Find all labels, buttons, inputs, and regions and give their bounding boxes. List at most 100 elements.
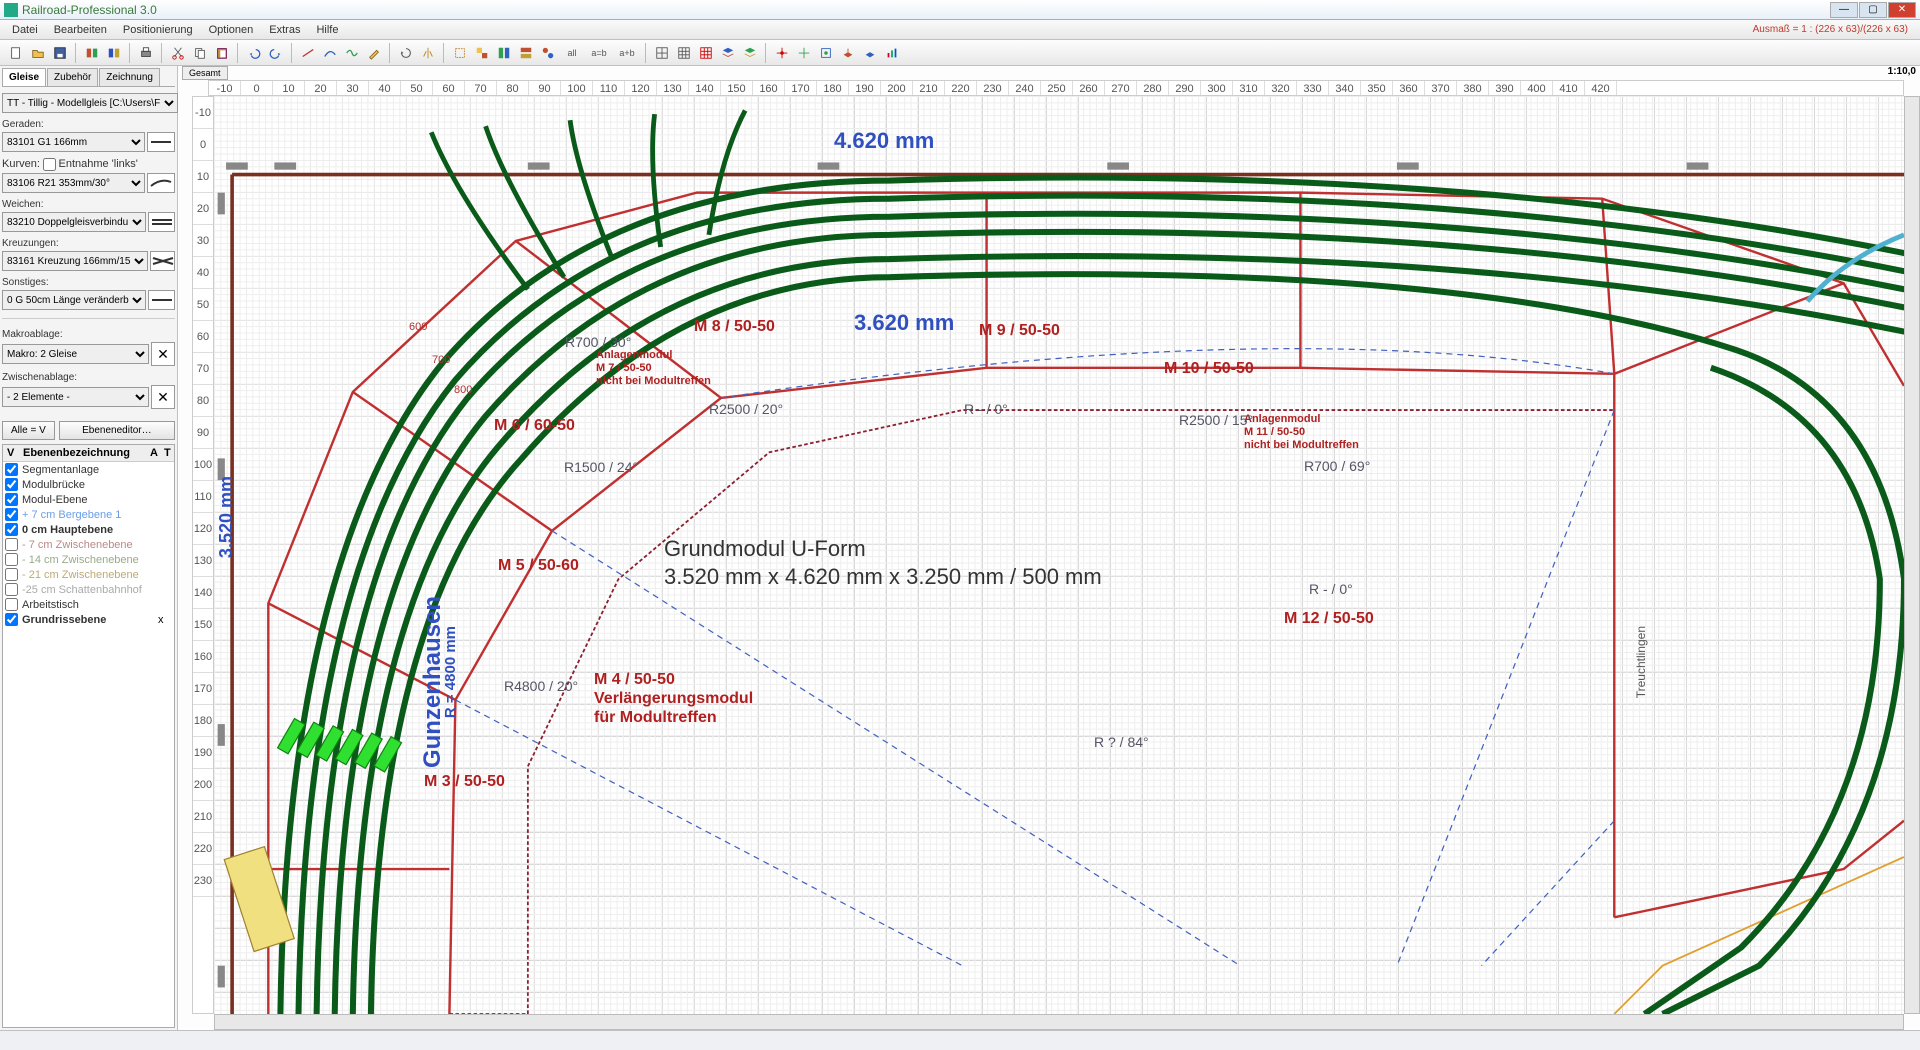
geraden-select[interactable]: 83101 G1 166mm bbox=[2, 132, 145, 152]
geraden-preview[interactable] bbox=[147, 132, 175, 152]
mirror-icon[interactable] bbox=[418, 43, 438, 63]
weichen-select[interactable]: 83210 Doppelgleisverbindu bbox=[2, 212, 146, 232]
maximize-button[interactable]: ▢ bbox=[1859, 2, 1887, 18]
select4-icon[interactable] bbox=[516, 43, 536, 63]
layer-row[interactable]: Grundrissebenex bbox=[3, 612, 174, 627]
layer-row[interactable]: - 14 cm Zwischenebene bbox=[3, 552, 174, 567]
layer-checkbox[interactable] bbox=[5, 478, 18, 491]
layer-row[interactable]: -25 cm Schattenbahnhof bbox=[3, 582, 174, 597]
menu-datei[interactable]: Datei bbox=[4, 22, 46, 38]
tab-gleise[interactable]: Gleise bbox=[2, 68, 46, 86]
align1-icon[interactable] bbox=[772, 43, 792, 63]
layer-view2-icon[interactable] bbox=[740, 43, 760, 63]
layer-checkbox[interactable] bbox=[5, 508, 18, 521]
drawing-canvas[interactable]: 4.620 mm 3.620 mm 3.520 mm Gunzenhausen … bbox=[214, 96, 1904, 1014]
library2-icon[interactable] bbox=[104, 43, 124, 63]
toolbar: all a=b a+b bbox=[0, 40, 1920, 66]
sonstiges-preview[interactable] bbox=[148, 290, 175, 310]
layer-row[interactable]: - 7 cm Zwischenebene bbox=[3, 537, 174, 552]
tab-zubehoer[interactable]: Zubehör bbox=[47, 68, 98, 86]
layer-checkbox[interactable] bbox=[5, 553, 18, 566]
makro-clear-button[interactable]: ✕ bbox=[151, 342, 175, 366]
sonstiges-select[interactable]: 0 G 50cm Länge veränderb bbox=[2, 290, 146, 310]
layer-checkbox[interactable] bbox=[5, 583, 18, 596]
tool-edit-icon[interactable] bbox=[364, 43, 384, 63]
layer-checkbox[interactable] bbox=[5, 598, 18, 611]
zwischen-clear-button[interactable]: ✕ bbox=[151, 385, 175, 409]
makro-select[interactable]: Makro: 2 Gleise bbox=[2, 344, 149, 364]
paste-icon[interactable] bbox=[212, 43, 232, 63]
open-icon[interactable] bbox=[28, 43, 48, 63]
layer-row[interactable]: - 21 cm Zwischenebene bbox=[3, 567, 174, 582]
layer-checkbox[interactable] bbox=[5, 613, 18, 626]
alle-v-button[interactable]: Alle = V bbox=[2, 421, 55, 440]
layer-row[interactable]: Segmentanlage bbox=[3, 462, 174, 477]
select-atob2-icon[interactable]: a+b bbox=[614, 43, 640, 63]
layer-row[interactable]: Modul-Ebene bbox=[3, 492, 174, 507]
menu-positionierung[interactable]: Positionierung bbox=[115, 22, 201, 38]
select-atob-icon[interactable]: a=b bbox=[586, 43, 612, 63]
align3-icon[interactable] bbox=[816, 43, 836, 63]
tool-curve-icon[interactable] bbox=[320, 43, 340, 63]
layer-checkbox[interactable] bbox=[5, 463, 18, 476]
kurven-links-checkbox[interactable] bbox=[43, 158, 56, 171]
layer-row[interactable]: + 7 cm Bergebene 1 bbox=[3, 507, 174, 522]
tool-flex-icon[interactable] bbox=[342, 43, 362, 63]
layer-checkbox[interactable] bbox=[5, 523, 18, 536]
canvas-tab-gesamt[interactable]: Gesamt bbox=[182, 66, 228, 80]
new-icon[interactable] bbox=[6, 43, 26, 63]
ruler-tick: 40 bbox=[193, 257, 213, 289]
ruler-tick: 310 bbox=[1233, 81, 1265, 95]
menu-hilfe[interactable]: Hilfe bbox=[308, 22, 346, 38]
vertical-scrollbar[interactable] bbox=[1904, 96, 1920, 1014]
weichen-preview[interactable] bbox=[148, 212, 175, 232]
grid3-icon[interactable] bbox=[696, 43, 716, 63]
kurven-select[interactable]: 83106 R21 353mm/30° bbox=[2, 173, 145, 193]
layer-view-icon[interactable] bbox=[718, 43, 738, 63]
chart-icon[interactable] bbox=[882, 43, 902, 63]
ebeneneditor-button[interactable]: Ebeneneditor… bbox=[59, 421, 175, 440]
select-all-icon[interactable]: all bbox=[560, 43, 584, 63]
3d2-icon[interactable] bbox=[860, 43, 880, 63]
layer-checkbox[interactable] bbox=[5, 538, 18, 551]
layer-name: 0 cm Hauptebene bbox=[22, 524, 158, 536]
kreuzungen-preview[interactable] bbox=[150, 251, 175, 271]
layer-row[interactable]: Arbeitstisch bbox=[3, 597, 174, 612]
select2-icon[interactable] bbox=[472, 43, 492, 63]
select1-icon[interactable] bbox=[450, 43, 470, 63]
copy-icon[interactable] bbox=[190, 43, 210, 63]
undo-icon[interactable] bbox=[244, 43, 264, 63]
print-icon[interactable] bbox=[136, 43, 156, 63]
ruler-tick: 120 bbox=[625, 81, 657, 95]
tab-zeichnung[interactable]: Zeichnung bbox=[99, 68, 160, 86]
kreuzungen-select[interactable]: 83161 Kreuzung 166mm/15 bbox=[2, 251, 148, 271]
ruler-tick: 340 bbox=[1329, 81, 1361, 95]
canvas-area[interactable]: Gesamt 1:10,0 -1001020304050607080901001… bbox=[178, 66, 1920, 1030]
menu-extras[interactable]: Extras bbox=[261, 22, 308, 38]
redo-icon[interactable] bbox=[266, 43, 286, 63]
close-button[interactable]: ✕ bbox=[1888, 2, 1916, 18]
save-icon[interactable] bbox=[50, 43, 70, 63]
3d-icon[interactable] bbox=[838, 43, 858, 63]
grid2-icon[interactable] bbox=[674, 43, 694, 63]
cut-icon[interactable] bbox=[168, 43, 188, 63]
layer-row[interactable]: Modulbrücke bbox=[3, 477, 174, 492]
menu-optionen[interactable]: Optionen bbox=[201, 22, 262, 38]
ruler-tick: -10 bbox=[209, 81, 241, 95]
layer-row[interactable]: 0 cm Hauptebene bbox=[3, 522, 174, 537]
tracklib-select[interactable]: TT - Tillig - Modellgleis [C:\Users\F bbox=[2, 93, 178, 113]
zwischen-select[interactable]: - 2 Elemente - bbox=[2, 387, 149, 407]
kurven-preview[interactable] bbox=[147, 173, 175, 193]
align2-icon[interactable] bbox=[794, 43, 814, 63]
grid1-icon[interactable] bbox=[652, 43, 672, 63]
tool-line-icon[interactable] bbox=[298, 43, 318, 63]
layer-checkbox[interactable] bbox=[5, 568, 18, 581]
layer-checkbox[interactable] bbox=[5, 493, 18, 506]
horizontal-scrollbar[interactable] bbox=[214, 1014, 1904, 1030]
library-icon[interactable] bbox=[82, 43, 102, 63]
select3-icon[interactable] bbox=[494, 43, 514, 63]
rotate-icon[interactable] bbox=[396, 43, 416, 63]
minimize-button[interactable]: — bbox=[1830, 2, 1858, 18]
select5-icon[interactable] bbox=[538, 43, 558, 63]
menu-bearbeiten[interactable]: Bearbeiten bbox=[46, 22, 115, 38]
